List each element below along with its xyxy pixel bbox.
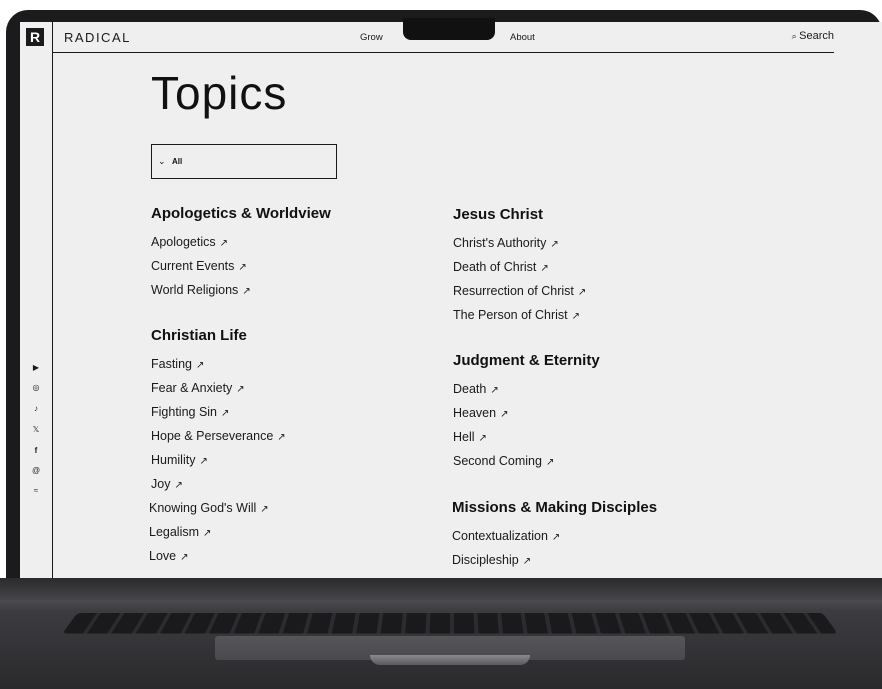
laptop-screen: R ▶ ◎ ♪ 𝕏 f @ ≈ RADICAL Grow Go Give Abo… [20,22,882,578]
arrow-up-right-icon: ↗ [277,432,286,443]
chevron-down-icon: ⌄ [158,156,166,166]
filter-value: All [172,157,183,166]
radical-logo[interactable]: R [26,28,44,46]
topic-link[interactable]: Knowing God's Will ↗ [149,501,269,515]
facebook-icon[interactable]: f [31,446,41,456]
topic-link[interactable]: World Religions ↗ [151,283,251,297]
arrow-up-right-icon: ↗ [522,556,532,567]
search-link[interactable]: ⌕ Search [792,30,834,42]
arrow-up-right-icon: ↗ [490,385,499,396]
topic-link[interactable]: The Person of Christ ↗ [453,308,580,322]
arrow-up-right-icon: ↗ [478,433,487,444]
topic-link[interactable]: Second Coming ↗ [453,454,554,468]
arrow-up-right-icon: ↗ [196,360,205,371]
arrow-up-right-icon: ↗ [180,552,189,563]
topic-link[interactable]: Heaven ↗ [453,406,508,420]
arrow-up-right-icon: ↗ [577,287,587,298]
topic-link[interactable]: Death ↗ [453,382,499,396]
topic-link[interactable]: Current Events ↗ [151,259,247,273]
topic-link[interactable]: Christ's Authority ↗ [453,236,559,250]
arrow-up-right-icon: ↗ [236,384,245,395]
topic-link[interactable]: Joy ↗ [151,477,183,491]
laptop-keyboard [62,612,838,634]
arrow-up-right-icon: ↗ [242,286,251,297]
topic-link[interactable]: Legalism ↗ [149,525,211,539]
topic-link[interactable]: Contextualization ↗ [452,529,560,543]
topic-link[interactable]: Love ↗ [149,549,189,563]
topic-link[interactable]: Discipleship ↗ [452,553,531,567]
arrow-up-right-icon: ↗ [174,480,183,491]
heading-apologetics-worldview: Apologetics & Worldview [151,205,331,222]
topic-link[interactable]: Fear & Anxiety ↗ [151,381,245,395]
arrow-up-right-icon: ↗ [199,456,208,467]
rss-icon[interactable]: ≈ [31,486,41,496]
left-sidebar: R ▶ ◎ ♪ 𝕏 f @ ≈ [20,22,53,578]
heading-christian-life: Christian Life [151,327,247,344]
search-label: Search [799,30,834,42]
youtube-icon[interactable]: ▶ [31,363,41,373]
arrow-up-right-icon: ↗ [551,532,561,543]
arrow-up-right-icon: ↗ [238,262,247,273]
topic-link[interactable]: Humility ↗ [151,453,208,467]
arrow-up-right-icon: ↗ [203,528,212,539]
laptop-hinge-lip [0,578,882,600]
arrow-up-right-icon: ↗ [221,408,230,419]
topic-link[interactable]: Fighting Sin ↗ [151,405,229,419]
instagram-icon[interactable]: ◎ [31,383,41,393]
laptop-front-notch [370,655,530,665]
arrow-up-right-icon: ↗ [545,457,555,468]
topic-link[interactable]: Death of Christ ↗ [453,260,549,274]
page-title: Topics [151,67,288,119]
search-icon: ⌕ [791,31,800,41]
arrow-up-right-icon: ↗ [260,504,269,515]
heading-missions-making-disciples: Missions & Making Disciples [452,499,658,516]
arrow-up-right-icon: ↗ [571,311,581,322]
topic-link[interactable]: Apologetics ↗ [151,235,228,249]
topic-link[interactable]: Fasting ↗ [151,357,204,371]
topic-link[interactable]: Hell ↗ [453,430,487,444]
topic-filter-select[interactable]: ⌄ All [151,144,337,179]
topic-link[interactable]: Resurrection of Christ ↗ [453,284,586,298]
heading-judgment-eternity: Judgment & Eternity [453,352,600,369]
nav-about[interactable]: About [510,32,535,43]
x-icon[interactable]: 𝕏 [31,425,41,435]
heading-jesus-christ: Jesus Christ [453,206,544,223]
arrow-up-right-icon: ↗ [540,263,549,274]
camera-notch [403,18,495,40]
threads-icon[interactable]: @ [31,466,41,476]
nav-grow[interactable]: Grow [360,32,383,43]
arrow-up-right-icon: ↗ [500,409,509,420]
arrow-up-right-icon: ↗ [550,239,559,250]
arrow-up-right-icon: ↗ [219,238,229,249]
brand-name[interactable]: RADICAL [64,30,131,45]
topic-link[interactable]: Hope & Perseverance ↗ [151,429,286,443]
tiktok-icon[interactable]: ♪ [31,404,41,414]
